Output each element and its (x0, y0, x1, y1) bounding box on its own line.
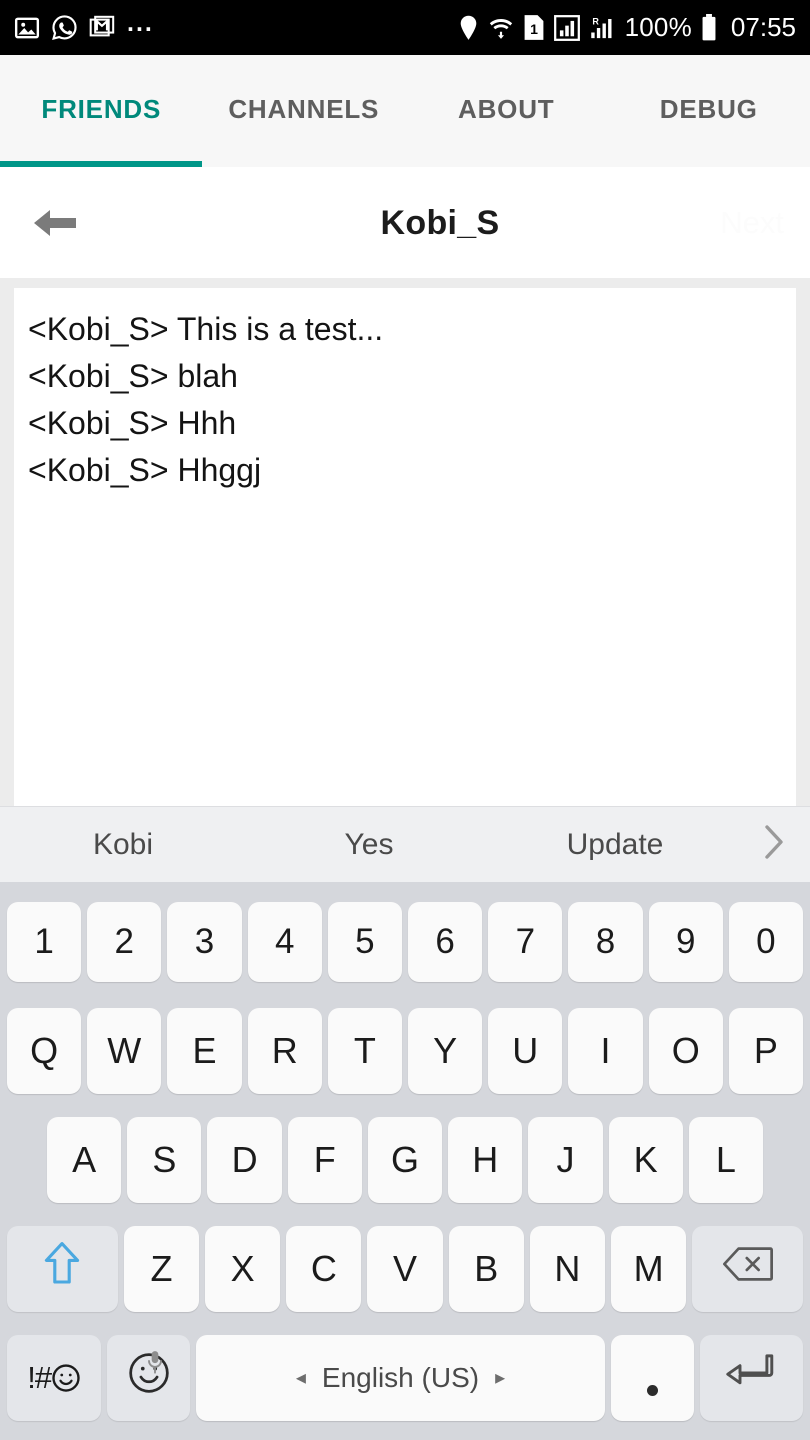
suggestion-item-3[interactable]: Update (492, 828, 738, 862)
key-2[interactable]: 2 (87, 902, 162, 983)
clock-label: 07:55 (730, 12, 796, 42)
key-y[interactable]: Y (408, 1008, 483, 1095)
tab-channels[interactable]: CHANNELS (203, 55, 406, 167)
key-r[interactable]: R (247, 1008, 322, 1095)
key-k[interactable]: K (608, 1116, 683, 1203)
key-9[interactable]: 9 (648, 902, 723, 983)
triangle-right-icon[interactable]: ▸ (495, 1365, 505, 1390)
enter-key[interactable] (699, 1334, 804, 1421)
key-n[interactable]: N (529, 1225, 605, 1312)
key-g[interactable]: G (367, 1116, 443, 1203)
keyboard-row-qwerty: Q W E R T Y U I O P (4, 997, 806, 1106)
photos-icon (14, 15, 40, 41)
next-button[interactable]: Next (720, 205, 784, 241)
message-line: <Kobi_S> Hhggj (28, 452, 262, 488)
space-key-content: ◂ English (US) ▸ (296, 1362, 505, 1394)
battery-percent-label: 100% (624, 12, 692, 42)
key-t[interactable]: T (327, 1008, 402, 1095)
key-7[interactable]: 7 (488, 902, 563, 983)
backspace-key[interactable] (692, 1225, 804, 1312)
symbols-key[interactable]: !# (7, 1334, 102, 1421)
key-5[interactable]: 5 (327, 902, 402, 983)
enter-return-icon (725, 1351, 777, 1404)
suggestions-expand-button[interactable] (738, 824, 810, 865)
key-0[interactable]: 0 (728, 902, 804, 983)
space-language-label: English (US) (321, 1361, 480, 1393)
key-8[interactable]: 8 (568, 902, 643, 983)
status-bar-left-icons: ... (14, 9, 154, 41)
key-s[interactable]: S (127, 1116, 202, 1203)
key-4[interactable]: 4 (247, 902, 322, 983)
tab-bar: FRIENDS CHANNELS ABOUT DEBUG (0, 55, 810, 167)
key-d[interactable]: D (207, 1116, 282, 1203)
tab-debug[interactable]: DEBUG (608, 55, 810, 167)
svg-text:R: R (592, 16, 599, 26)
message-area-container: <Kobi_S> This is a test... <Kobi_S> blah… (0, 278, 810, 806)
app-root: ... 1 R 100% 07:55 FRIENDS CHANNELS ABOU… (0, 0, 810, 1440)
key-o[interactable]: O (648, 1008, 723, 1095)
chevron-right-icon (763, 824, 785, 865)
emoji-key[interactable] (107, 1334, 191, 1421)
period-dot-icon (646, 1385, 658, 1397)
shift-key[interactable] (7, 1225, 118, 1312)
key-c[interactable]: C (286, 1225, 362, 1312)
keyboard-row-asdf: A S D F G H J K L (4, 1106, 806, 1215)
key-1[interactable]: 1 (6, 902, 82, 983)
svg-text:1: 1 (530, 21, 538, 37)
space-key[interactable]: ◂ English (US) ▸ (196, 1334, 605, 1421)
status-bar-right-icons: 1 R 100% 07:55 (458, 12, 796, 43)
key-w[interactable]: W (87, 1008, 162, 1095)
keyboard-row-zxcv: Z X C V B N M (4, 1214, 806, 1323)
message-line: <Kobi_S> Hhh (28, 405, 237, 441)
status-bar: ... 1 R 100% 07:55 (0, 0, 810, 55)
tab-about[interactable]: ABOUT (405, 55, 608, 167)
key-h[interactable]: H (448, 1116, 523, 1203)
gmail-icon (89, 14, 116, 41)
whatsapp-icon (51, 14, 78, 41)
message-line: <Kobi_S> blah (28, 358, 238, 394)
keyboard-row-bottom: !# ◂ English (US) ▸ (4, 1323, 806, 1432)
key-3[interactable]: 3 (167, 902, 242, 983)
keyboard-row-numbers: 1 2 3 4 5 6 7 8 9 0 (4, 888, 806, 997)
key-q[interactable]: Q (6, 1008, 82, 1095)
key-6[interactable]: 6 (408, 902, 483, 983)
key-f[interactable]: F (287, 1116, 362, 1203)
wifi-icon (488, 15, 514, 41)
triangle-left-icon[interactable]: ◂ (296, 1365, 306, 1390)
page-title: Kobi_S (380, 203, 500, 242)
message-line: <Kobi_S> This is a test... (28, 311, 384, 347)
microphone-icon (146, 1341, 164, 1383)
status-overflow-dots: ... (127, 9, 154, 37)
backspace-icon (722, 1246, 774, 1291)
keyboard-suggestion-bar: Kobi Yes Update (0, 806, 810, 882)
on-screen-keyboard: 1 2 3 4 5 6 7 8 9 0 Q W E R T Y U I O P … (0, 882, 810, 1440)
key-a[interactable]: A (47, 1116, 122, 1203)
period-key[interactable] (610, 1334, 694, 1421)
location-pin-icon (458, 15, 479, 41)
key-e[interactable]: E (167, 1008, 242, 1095)
signal-boxed-icon (553, 14, 580, 41)
key-p[interactable]: P (728, 1008, 804, 1095)
key-m[interactable]: M (610, 1225, 687, 1312)
shift-arrow-icon (42, 1240, 82, 1297)
message-log-panel[interactable]: <Kobi_S> This is a test... <Kobi_S> blah… (14, 288, 796, 806)
symbols-key-label: !# (27, 1360, 81, 1396)
key-l[interactable]: L (688, 1116, 763, 1203)
key-b[interactable]: B (448, 1225, 524, 1312)
key-u[interactable]: U (488, 1008, 563, 1095)
key-z[interactable]: Z (123, 1225, 200, 1312)
tab-friends[interactable]: FRIENDS (0, 55, 203, 167)
suggestion-item-2[interactable]: Yes (246, 828, 492, 862)
roaming-signal-icon: R (589, 15, 616, 41)
key-x[interactable]: X (205, 1225, 281, 1312)
suggestion-item-1[interactable]: Kobi (0, 828, 246, 862)
battery-full-icon (701, 14, 717, 41)
key-v[interactable]: V (367, 1225, 443, 1312)
keyboard-zxcv-letters: Z X C V B N M (123, 1225, 687, 1312)
sim1-icon: 1 (523, 14, 545, 41)
title-bar: Kobi_S Next (0, 168, 810, 278)
key-i[interactable]: I (568, 1008, 643, 1095)
smiley-icon (52, 1363, 80, 1392)
key-j[interactable]: J (528, 1116, 603, 1203)
